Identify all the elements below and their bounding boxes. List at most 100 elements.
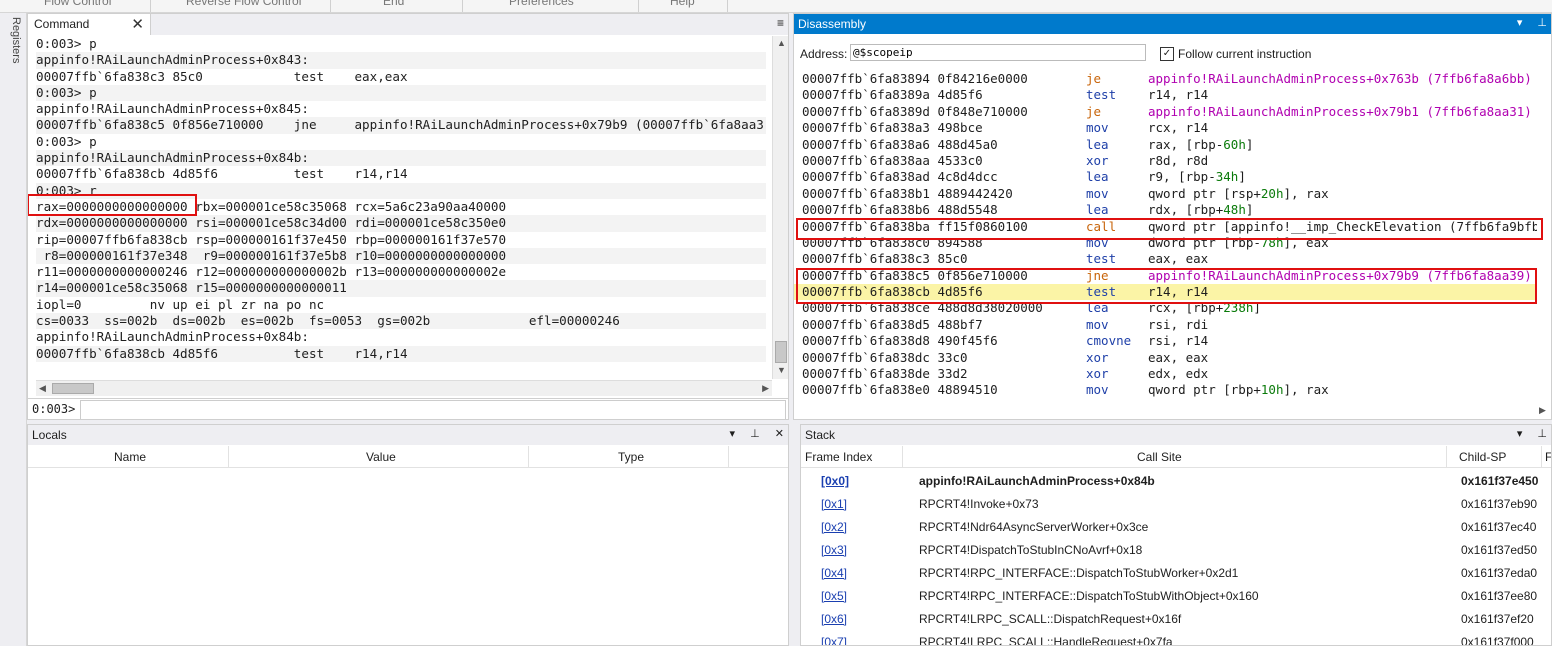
scroll-right-icon[interactable]: ▶ [1539,405,1546,416]
stack-title: Stack [805,428,836,442]
instruction-operands: rdx, [rbp+48h] [1148,202,1253,218]
menu-reverse-flow-control[interactable]: Reverse Flow Control [186,0,301,8]
disassembly-row[interactable]: 00007ffb`6fa838d5 488bf7 mov rsi, rdi [802,317,1551,333]
operand-part: appinfo!RAiLaunchAdminProcess+0x79b1 (7f… [1148,103,1532,119]
disassembly-row[interactable]: 00007ffb`6fa838a3 498bce mov rcx, r14 [802,120,1551,136]
scroll-thumb[interactable] [775,341,787,363]
operand-part: ] [1245,136,1254,152]
scroll-up-icon[interactable]: ▲ [777,38,786,48]
locals-column-type[interactable]: Type [618,450,644,464]
stack-frame-row[interactable]: [0x4] RPCRT4!RPC_INTERFACE::DispatchToStu… [801,561,1551,584]
stack-frame-row[interactable]: [0x7] RPCRT4!LRPC_SCALL::HandleRequest+0x… [801,630,1551,646]
stack-frame-index-link[interactable]: [0x0] [821,474,849,488]
command-tab-label: Command [34,17,90,31]
menu-help[interactable]: Help [670,0,695,8]
scroll-left-icon[interactable]: ◀ [39,383,46,394]
chevron-down-icon[interactable]: ▾ [1517,428,1523,440]
stack-frame-row[interactable]: [0x0] appinfo!RAiLaunchAdminProcess+0x84b… [801,469,1551,492]
disassembly-row[interactable]: 00007ffb`6fa838dc 33c0 xor eax, eax [802,349,1551,366]
disassembly-row[interactable]: 00007ffb`6fa838ad 4c8d4dcc lea r9, [rbp-34… [802,169,1551,185]
column-separator[interactable] [1541,446,1542,467]
stack-column-frame-index[interactable]: Frame Index [805,450,872,464]
stack-column-call-site[interactable]: Call Site [1137,450,1182,464]
operand-part: qword ptr [rsp+ [1148,185,1261,201]
locals-header: Locals ▾ ⊥ ✕ [28,425,788,445]
disassembly-row[interactable]: 00007ffb`6fa838b1 4889442420 mov qword ptr… [802,185,1551,202]
disassembly-row[interactable]: 00007ffb`6fa83894 0f84216e0000 je appinfo!… [802,71,1551,87]
instruction-operands: eax, eax [1148,350,1208,366]
stack-call-site: RPCRT4!LRPC_SCALL::HandleRequest+0x7fa [919,635,1173,646]
command-horizontal-scrollbar[interactable]: ◀ ▶ [36,380,772,396]
command-output-line: rip=00007ffb6fa838cb rsp=000000161f37e45… [36,231,507,247]
address-input[interactable] [850,44,1146,61]
instruction-mnemonic: xor [1086,366,1109,382]
column-separator[interactable] [228,446,229,467]
menu-end[interactable]: End [383,0,404,8]
instruction-mnemonic: je [1086,103,1102,119]
stack-frame-index-link[interactable]: [0x1] [821,497,847,511]
pin-icon[interactable]: ⊥ [1537,17,1547,29]
follow-instruction-label: Follow current instruction [1178,47,1312,61]
follow-instruction-checkbox[interactable]: ✓ [1160,47,1174,61]
instruction-address: 00007ffb`6fa838a3 498bce [802,120,983,136]
command-vertical-scrollbar[interactable]: ▲ ▼ [772,36,788,379]
chevron-down-icon[interactable]: ▾ [730,428,736,440]
close-icon[interactable]: ✕ [131,15,144,33]
column-separator[interactable] [528,446,529,467]
column-separator[interactable] [728,446,729,467]
command-output-line: 00007ffb`6fa838cb 4d85f6 test r14,r14 [36,345,766,362]
disassembly-row[interactable]: 00007ffb`6fa838c3 85c0 test eax, eax [802,251,1551,267]
stack-column-child-sp[interactable]: Child-SP [1459,450,1506,464]
stack-frame-row[interactable]: [0x1] RPCRT4!Invoke+0x73 0x161f37eb90 [801,492,1551,515]
instruction-address: 00007ffb`6fa83894 0f84216e0000 [802,71,1028,86]
command-output-line: appinfo!RAiLaunchAdminProcess+0x845: [36,101,309,117]
scroll-right-icon[interactable]: ▶ [762,383,769,394]
disassembly-row[interactable]: 00007ffb`6fa838d8 490f45f6 cmovne rsi, r14 [802,333,1551,349]
disassembly-row[interactable]: 00007ffb`6fa838b6 488d5548 lea rdx, [rbp+4… [802,202,1551,218]
scroll-thumb[interactable] [52,383,94,394]
pin-icon[interactable]: ⊥ [750,428,760,440]
stack-frame-index-link[interactable]: [0x5] [821,589,847,603]
stack-frame-row[interactable]: [0x2] RPCRT4!Ndr64AsyncServerWorker+0x3ce… [801,515,1551,538]
stack-frame-index-link[interactable]: [0x3] [821,543,847,557]
scroll-down-icon[interactable]: ▼ [777,365,786,375]
stack-frame-row[interactable]: [0x3] RPCRT4!DispatchToStubInCNoAvrf+0x18… [801,538,1551,561]
stack-frame-index-link[interactable]: [0x2] [821,520,847,534]
column-separator[interactable] [902,446,903,467]
pin-icon[interactable]: ⊥ [1537,428,1547,440]
stack-frame-index-link[interactable]: [0x7] [821,635,847,645]
menu-icon[interactable]: ≡ [777,16,784,30]
menu-flow-control[interactable]: Flow Control [44,0,111,8]
locals-column-name[interactable]: Name [114,450,146,464]
disassembly-row[interactable]: 00007ffb`6fa838a6 488d45a0 lea rax, [rbp-6… [802,136,1551,153]
stack-frame-row[interactable]: [0x5] RPCRT4!RPC_INTERFACE::DispatchToStu… [801,584,1551,607]
locals-column-value[interactable]: Value [366,450,396,464]
locals-column-header: Name Value Type [28,446,788,468]
annotation-box-rax [28,194,197,216]
disassembly-row[interactable]: 00007ffb`6fa838aa 4533c0 xor r8d, r8d [802,153,1551,169]
command-tab[interactable]: Command ✕ [28,14,151,35]
command-output-line: 00007ffb`6fa838c5 0f856e710000 jne appin… [36,117,766,134]
stack-child-sp: 0x161f37ec40 [1461,520,1537,534]
instruction-address: 00007ffb`6fa838dc 33c0 [802,349,968,365]
close-icon[interactable]: ✕ [775,428,784,440]
chevron-down-icon[interactable]: ▾ [1517,17,1523,29]
command-output-line: r11=0000000000000246 r12=000000000000002… [36,264,507,280]
command-output-line: cs=0033 ss=002b ds=002b es=002b fs=0053 … [36,313,766,330]
command-output-line: 0:003> p [36,84,766,102]
stack-column-truncated[interactable]: F [1545,450,1551,464]
disassembly-row[interactable]: 00007ffb`6fa8389d 0f848e710000 je appinfo!… [802,103,1551,120]
registers-side-tab[interactable]: Registers [4,17,22,77]
disassembly-row[interactable]: 00007ffb`6fa8389a 4d85f6 test r14, r14 [802,87,1551,103]
stack-frame-row[interactable]: [0x6] RPCRT4!LRPC_SCALL::DispatchRequest+… [801,607,1551,630]
disassembly-row[interactable]: 00007ffb`6fa838de 33d2 xor edx, edx [802,366,1551,382]
disassembly-row[interactable]: 00007ffb`6fa838e0 48894510 mov qword ptr [… [802,382,1551,398]
address-label: Address: [800,47,848,61]
command-input[interactable] [80,400,786,419]
operand-part: eax, eax [1148,349,1209,365]
stack-frame-index-link[interactable]: [0x6] [821,612,847,626]
column-separator[interactable] [1446,446,1447,467]
stack-frame-index-link[interactable]: [0x4] [821,566,847,580]
menu-preferences[interactable]: Preferences [509,0,574,8]
instruction-operands: appinfo!RAiLaunchAdminProcess+0x79b1 (7f… [1148,104,1532,120]
